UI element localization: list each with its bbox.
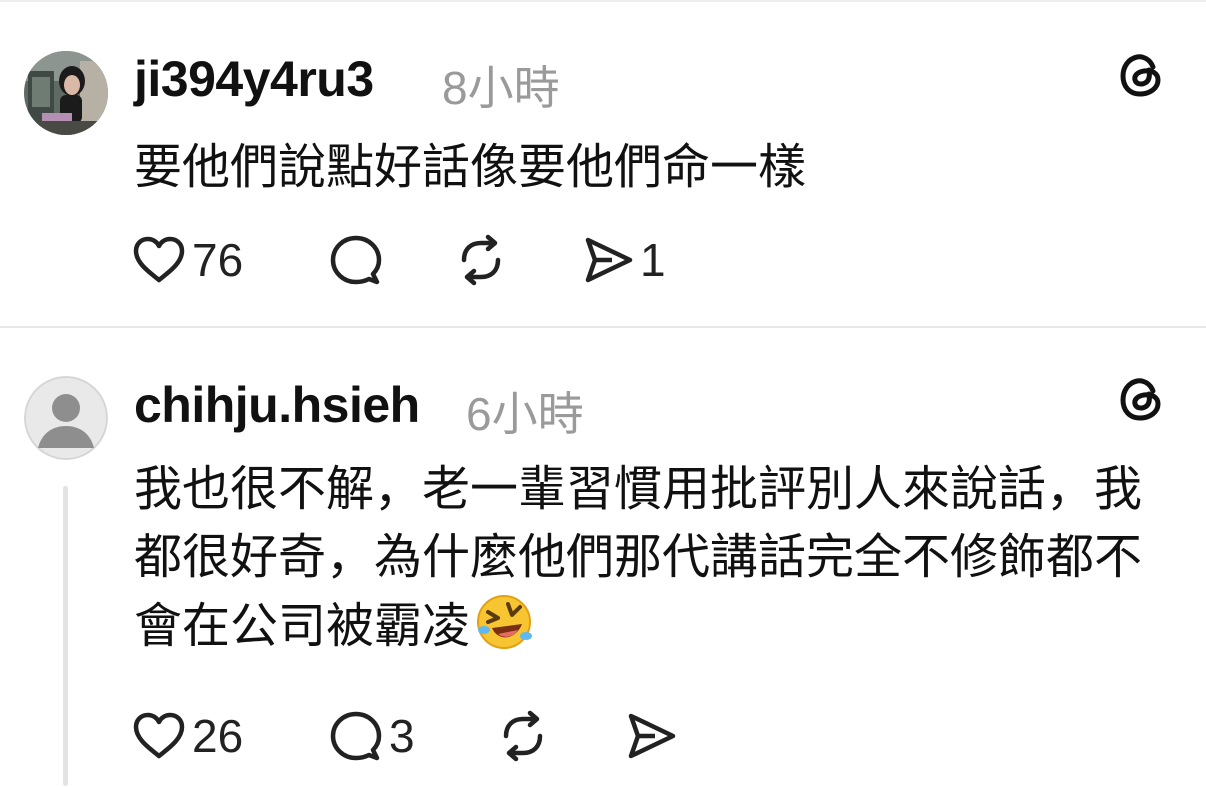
like-count: 76 [192, 234, 244, 286]
post-text: 要他們說點好話像要他們命一樣 [134, 141, 807, 194]
threads-logo-icon[interactable] [1117, 50, 1167, 100]
share-button[interactable] [625, 708, 683, 764]
username[interactable]: chihju.hsieh [134, 376, 420, 434]
threads-logo-icon[interactable] [1117, 374, 1167, 424]
like-count: 26 [192, 710, 244, 762]
post-text-content: 我也很不解，老一輩習慣用批評別人來說話，我都很好奇，為什麼他們那代講話完全不修飾… [134, 463, 1143, 653]
post: ji394y4ru3 8小時 要他們說點好話像要他們命一樣 76 1 [0, 0, 1206, 326]
timestamp: 6小時 [466, 388, 584, 440]
speech-bubble-icon [329, 234, 383, 286]
like-button[interactable]: 76 [132, 232, 243, 288]
heart-icon [132, 235, 186, 285]
post-text: 我也很不解，老一輩習慣用批評別人來說話，我都很好奇，為什麼他們那代講話完全不修飾… [134, 456, 1174, 661]
thread-line [63, 486, 68, 786]
repost-button[interactable] [454, 232, 508, 288]
avatar[interactable] [24, 51, 108, 135]
share-count: 1 [640, 234, 666, 286]
like-button[interactable]: 26 [132, 708, 243, 764]
repost-icon [454, 233, 508, 287]
avatar[interactable] [24, 376, 108, 460]
send-icon [582, 234, 634, 286]
post: chihju.hsieh 6小時 我也很不解，老一輩習慣用批評別人來說話，我都很… [0, 328, 1206, 787]
speech-bubble-icon [329, 710, 383, 762]
repost-button[interactable] [496, 708, 550, 764]
share-button[interactable]: 1 [582, 232, 666, 288]
rolling-on-floor-laughing-emoji [474, 592, 534, 652]
reply-count: 3 [389, 710, 415, 762]
reply-button[interactable]: 3 [329, 708, 415, 764]
reply-button[interactable] [329, 232, 389, 288]
repost-icon [496, 709, 550, 763]
timestamp: 8小時 [442, 62, 560, 114]
heart-icon [132, 711, 186, 761]
username[interactable]: ji394y4ru3 [134, 50, 374, 108]
send-icon [625, 710, 677, 762]
